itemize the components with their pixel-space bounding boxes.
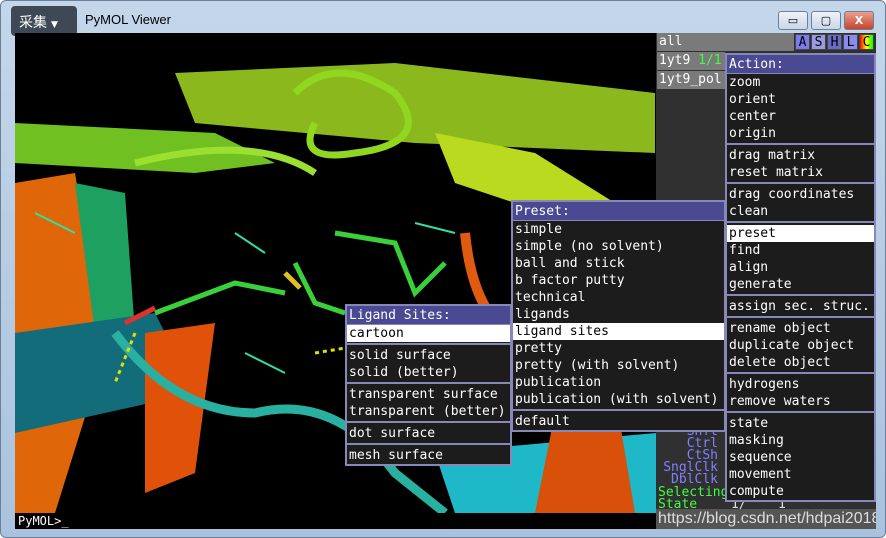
- menu-item-align[interactable]: align: [727, 259, 874, 276]
- menu-item-drag-coordinates[interactable]: drag coordinates: [727, 186, 874, 203]
- dropdown-arrow-icon: ▼: [51, 20, 58, 30]
- menu-item-remove-waters[interactable]: remove waters: [727, 393, 874, 410]
- menu-item-mesh-surface[interactable]: mesh surface: [347, 447, 510, 464]
- object-name: 1yt9: [659, 53, 691, 68]
- menu-item-transparent-surface[interactable]: transparent surface: [347, 386, 510, 403]
- menu-item-rename-object[interactable]: rename object: [727, 320, 874, 337]
- menu-item-solid-better[interactable]: solid (better): [347, 364, 510, 381]
- menu-item-sequence[interactable]: sequence: [727, 449, 874, 466]
- menu-title: Ligand Sites:: [347, 306, 510, 325]
- menu-item-dot-surface[interactable]: dot surface: [347, 425, 510, 442]
- playback-controls[interactable]: https://blog.csdn.net/hdpai2018: [656, 509, 876, 529]
- object-button-s[interactable]: S: [811, 34, 826, 50]
- menu-item-assign-sec-struc[interactable]: assign sec. struc.: [727, 298, 874, 315]
- menu-item-simple-no-solvent[interactable]: simple (no solvent): [513, 238, 724, 255]
- menu-item-pretty-with-solvent[interactable]: pretty (with solvent): [513, 357, 724, 374]
- action-menu: Action: zoom orient center origin drag matrix…: [725, 53, 876, 502]
- close-button[interactable]: X: [844, 11, 874, 30]
- object-button-h[interactable]: H: [827, 34, 842, 50]
- object-1yt9-pol[interactable]: 1yt9_pol: [657, 71, 725, 89]
- menu-item-find[interactable]: find: [727, 242, 874, 259]
- menu-item-zoom[interactable]: zoom: [727, 74, 874, 91]
- menu-item-origin[interactable]: origin: [727, 125, 874, 142]
- object-all[interactable]: all: [657, 33, 794, 51]
- object-button-a[interactable]: A: [795, 34, 810, 50]
- menu-item-drag-matrix[interactable]: drag matrix: [727, 147, 874, 164]
- object-state: 1/1: [698, 53, 722, 68]
- menu-item-cartoon[interactable]: cartoon: [347, 325, 510, 342]
- menu-item-publication[interactable]: publication: [513, 374, 724, 391]
- menu-item-preset[interactable]: preset: [727, 225, 874, 242]
- menu-item-clean[interactable]: clean: [727, 203, 874, 220]
- capture-button[interactable]: 采集 ▼: [11, 6, 77, 36]
- menu-item-state[interactable]: state: [727, 415, 874, 432]
- menu-title: Preset:: [513, 202, 724, 221]
- pymol-window: 采集 ▼ PyMOL Viewer ▭ ▢ X PyMOL>_ all A S …: [0, 0, 886, 538]
- menu-item-ligand-sites[interactable]: ligand sites: [513, 323, 724, 340]
- menu-item-default[interactable]: default: [513, 413, 724, 430]
- object-button-l[interactable]: L: [843, 34, 858, 50]
- menu-item-hydrogens[interactable]: hydrogens: [727, 376, 874, 393]
- menu-item-compute[interactable]: compute: [727, 483, 874, 500]
- menu-item-publication-with-solvent[interactable]: publication (with solvent): [513, 391, 724, 408]
- maximize-button[interactable]: ▢: [811, 11, 841, 30]
- menu-item-orient[interactable]: orient: [727, 91, 874, 108]
- menu-item-reset-matrix[interactable]: reset matrix: [727, 164, 874, 181]
- menu-item-delete-object[interactable]: delete object: [727, 354, 874, 371]
- menu-item-solid-surface[interactable]: solid surface: [347, 347, 510, 364]
- menu-item-ligands[interactable]: ligands: [513, 306, 724, 323]
- menu-item-simple[interactable]: simple: [513, 221, 724, 238]
- object-button-c[interactable]: C: [859, 34, 874, 50]
- capture-label: 采集: [19, 15, 47, 31]
- preset-menu: Preset: simple simple (no solvent) ball and…: [511, 200, 726, 432]
- menu-item-ball-and-stick[interactable]: ball and stick: [513, 255, 724, 272]
- minimize-button[interactable]: ▭: [778, 11, 808, 30]
- ligand-sites-menu: Ligand Sites: cartoon solid surface solid (…: [345, 304, 512, 466]
- command-line-input[interactable]: PyMOL>_: [15, 513, 656, 529]
- menu-item-center[interactable]: center: [727, 108, 874, 125]
- menu-item-duplicate-object[interactable]: duplicate object: [727, 337, 874, 354]
- object-1yt9[interactable]: 1yt9 1/1: [657, 52, 725, 70]
- menu-item-masking[interactable]: masking: [727, 432, 874, 449]
- menu-item-generate[interactable]: generate: [727, 276, 874, 293]
- menu-item-pretty[interactable]: pretty: [513, 340, 724, 357]
- menu-item-b-factor-putty[interactable]: b factor putty: [513, 272, 724, 289]
- menu-item-movement[interactable]: movement: [727, 466, 874, 483]
- menu-item-transparent-better[interactable]: transparent (better): [347, 403, 510, 420]
- menu-title: Action:: [727, 55, 874, 74]
- menu-item-technical[interactable]: technical: [513, 289, 724, 306]
- window-title: PyMOL Viewer: [85, 12, 171, 27]
